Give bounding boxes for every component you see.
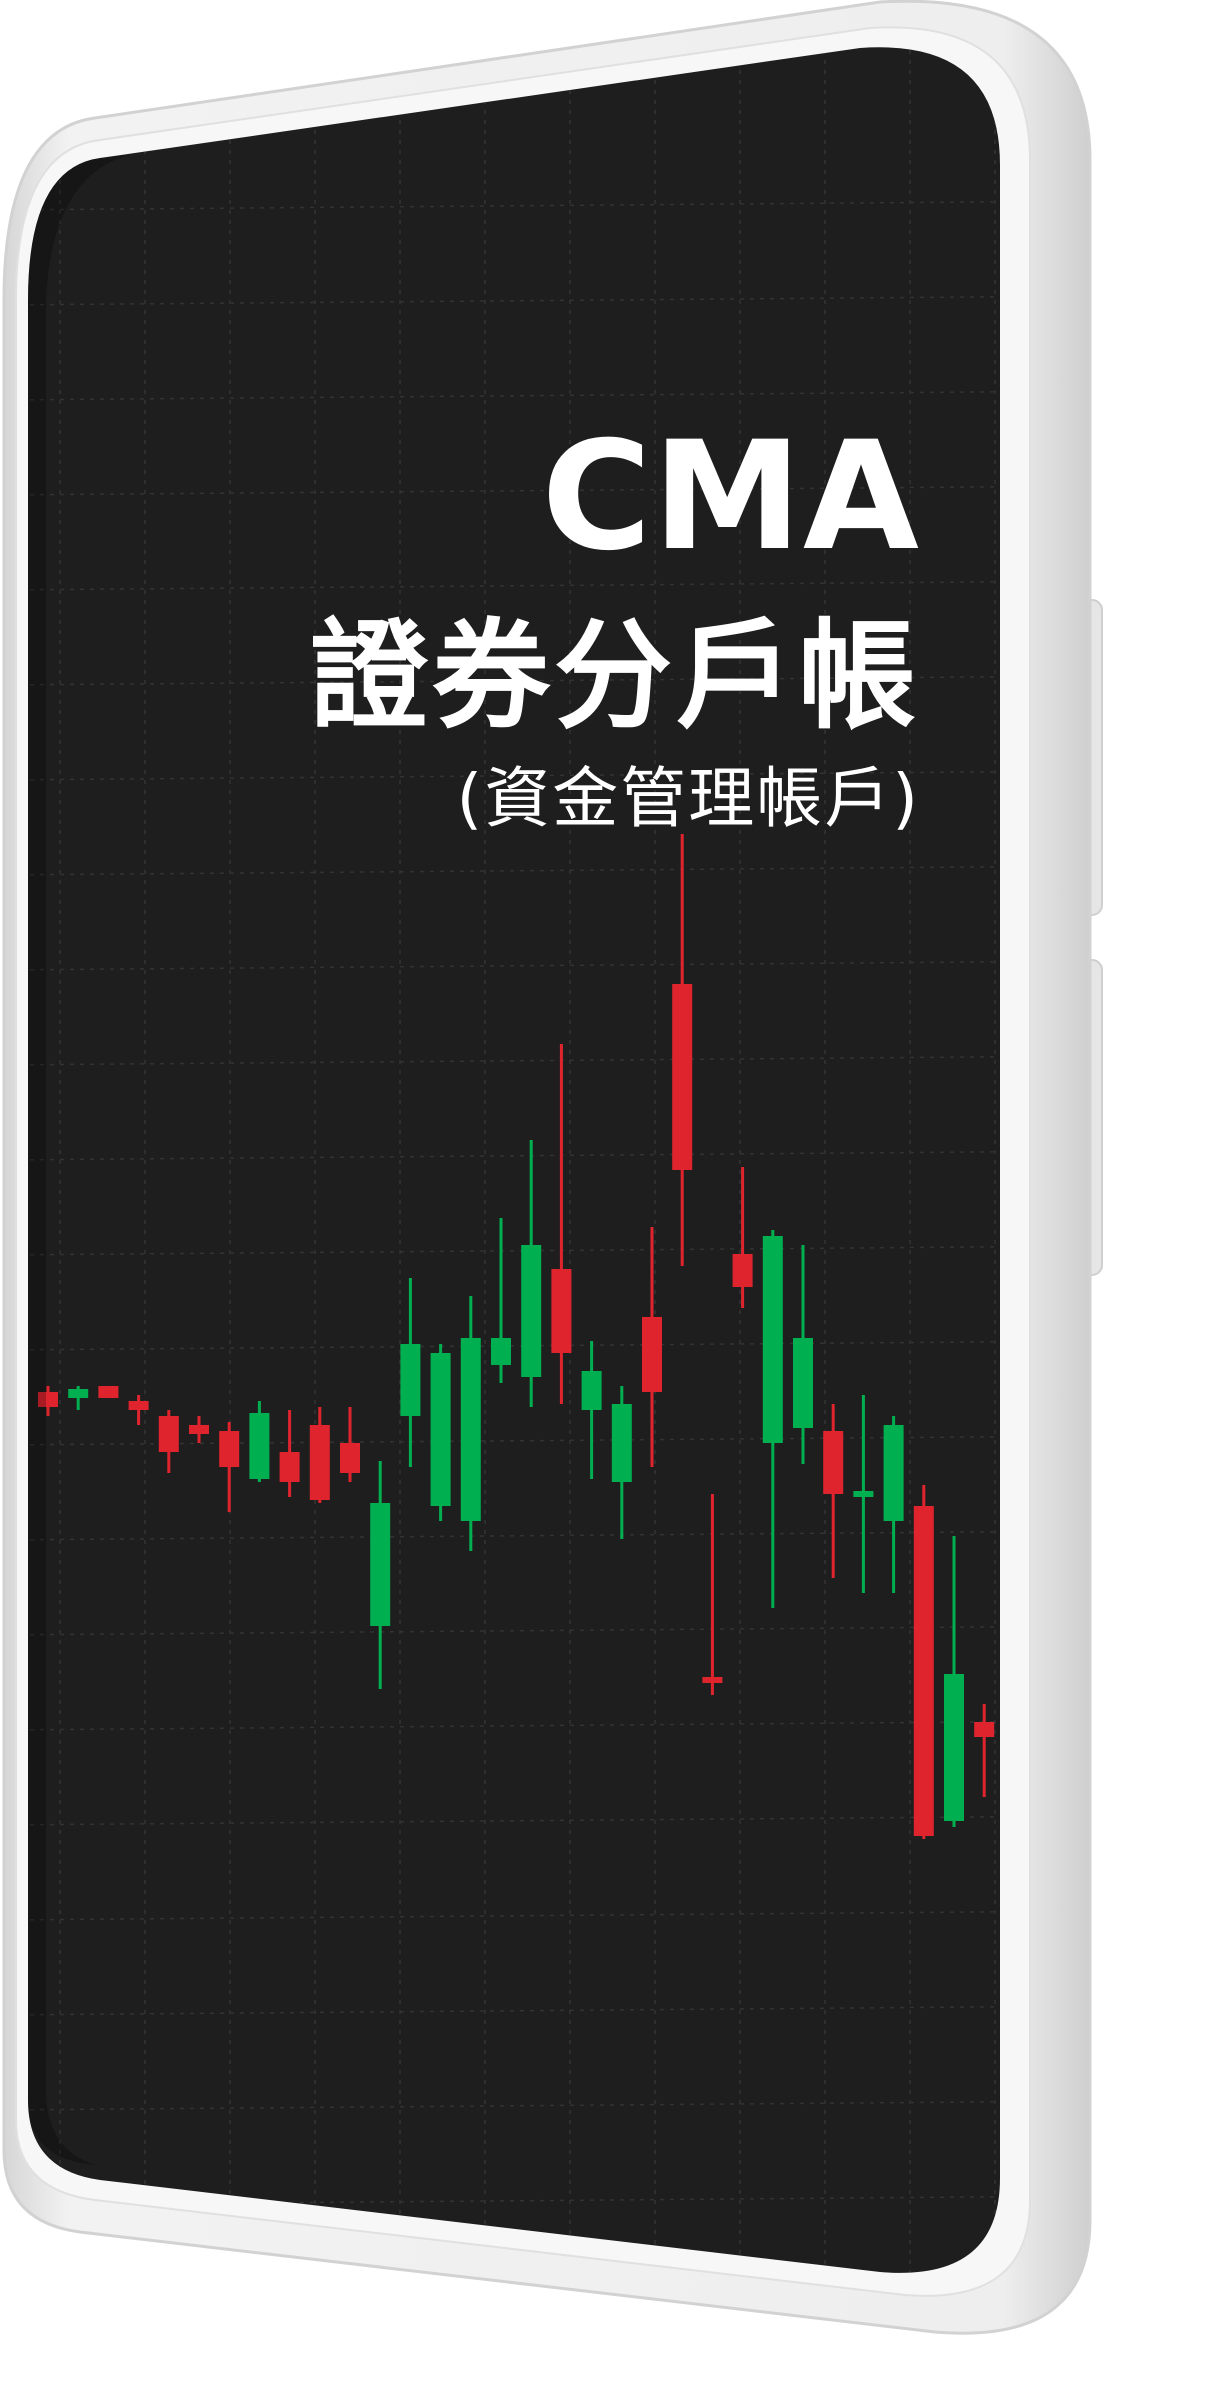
candle-body-bear (551, 1269, 572, 1353)
candle-body-bear (913, 1506, 934, 1836)
candle-body-bull (249, 1413, 270, 1479)
candle-body-bull (521, 1245, 542, 1377)
candle-body-bear (340, 1443, 360, 1473)
candle-body-bear (702, 1677, 723, 1683)
candle-body-bear (642, 1317, 662, 1392)
candle-body-bull (370, 1503, 391, 1626)
candle-body-bear (158, 1416, 179, 1452)
candle-body-bull (430, 1353, 451, 1506)
promo-subtitle: (資金管理帳戶) (456, 760, 920, 837)
candle-body-bull (400, 1344, 421, 1416)
candle-body-bull (762, 1236, 783, 1443)
candle-body-bull (611, 1404, 632, 1482)
candle-body-bull (883, 1425, 904, 1521)
phone-illustration (2, 0, 1103, 2335)
candle-body-bear (128, 1401, 149, 1410)
candle-body-bull (460, 1338, 481, 1521)
candle-body-bull (793, 1338, 813, 1428)
candle-body-bear (98, 1386, 119, 1398)
candle-body-bull (853, 1491, 874, 1497)
candle-body-bull (68, 1389, 89, 1398)
candle-body-bear (732, 1254, 753, 1287)
promo-title-en: CMA (541, 410, 920, 584)
candle-body-bear (279, 1452, 300, 1482)
candle-body-bear (672, 984, 693, 1170)
stage: CMA 證券分戶帳 (資金管理帳戶) (0, 0, 1220, 2384)
promo-title-zh: 證券分戶帳 (309, 607, 920, 745)
candle-body-bear (309, 1425, 330, 1500)
candle-body-bear (974, 1722, 995, 1737)
candle-body-bull (581, 1371, 602, 1410)
candle-body-bear (823, 1431, 844, 1494)
candle-body-bear (189, 1425, 209, 1434)
candle-body-bull (944, 1674, 964, 1821)
candle-body-bear (219, 1431, 240, 1467)
candle-body-bull (491, 1338, 511, 1365)
